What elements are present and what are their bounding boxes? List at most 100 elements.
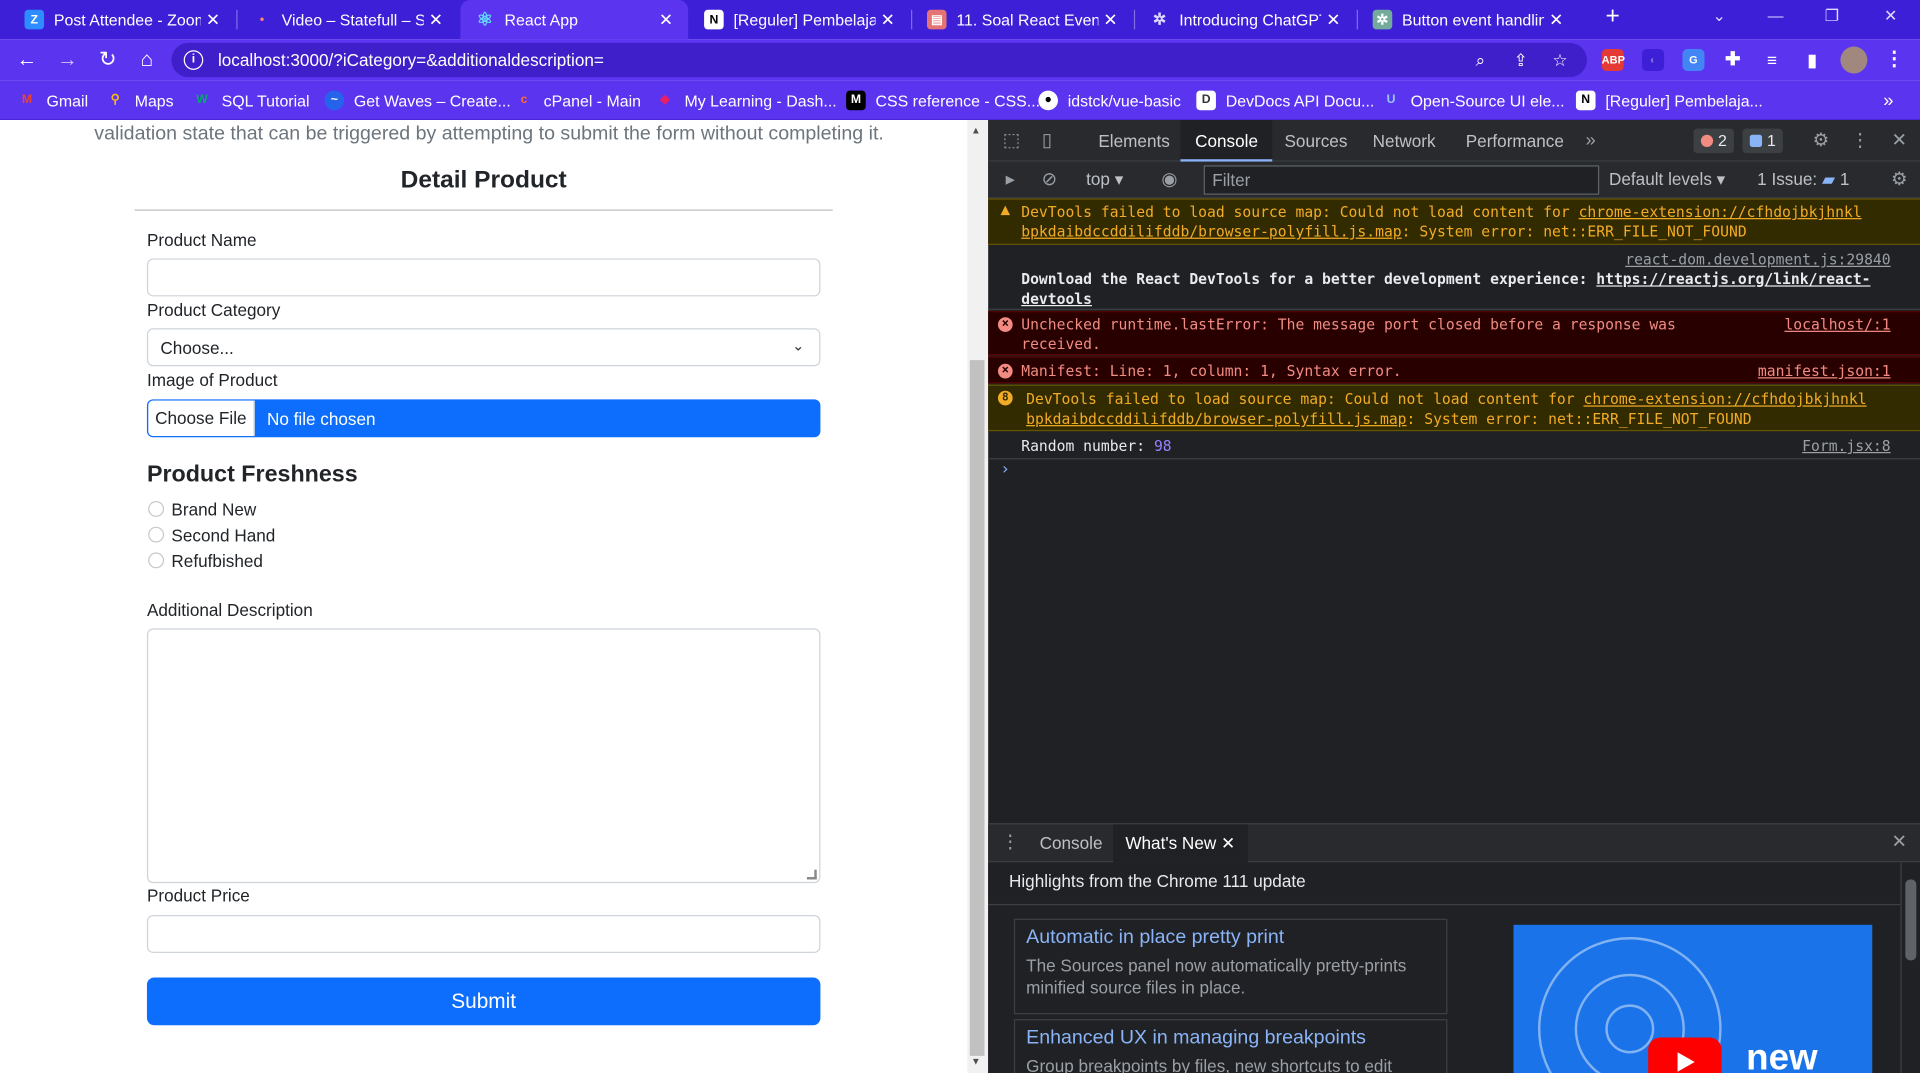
card-title[interactable]: Automatic in place pretty print (1026, 927, 1435, 949)
bookmark-cpanel[interactable]: c cPanel - Main (514, 89, 641, 111)
tab-console[interactable]: Console (1180, 120, 1273, 162)
scroll-up-icon[interactable]: ▲ (971, 125, 981, 136)
scroll-down-icon[interactable]: ▼ (971, 1056, 981, 1067)
close-icon[interactable]: ✕ (1221, 833, 1235, 853)
tab-video[interactable]: • Video – Statefull – Sta ✕ (238, 0, 458, 39)
tab-search-icon[interactable]: ⌄ (1695, 0, 1744, 39)
product-category-select[interactable]: Choose... ⌄ (146, 328, 821, 367)
scroll-thumb[interactable] (1905, 879, 1917, 961)
close-icon[interactable]: ✕ (1544, 9, 1568, 30)
message-source-link[interactable]: manifest.json:1 (1758, 361, 1891, 381)
side-panel-icon[interactable]: ▮ (1801, 49, 1823, 71)
bookmark-sql-tutorial[interactable]: W SQL Tutorial (192, 89, 309, 111)
minimize-button[interactable]: — (1751, 0, 1800, 39)
profile-avatar[interactable] (1840, 46, 1868, 74)
bookmark-css-reference[interactable]: M CSS reference - CSS... (846, 89, 1040, 111)
zoom-icon[interactable]: ⌕ (1469, 49, 1491, 71)
window-close-button[interactable]: ✕ (1866, 0, 1915, 39)
bookmark-my-learning[interactable]: ◆ My Learning - Dash... (655, 89, 837, 111)
tab-react-app[interactable]: ⚛ React App ✕ (460, 0, 689, 40)
console-prompt-icon[interactable]: › (1000, 461, 1010, 479)
reload-icon[interactable]: ↻ (93, 45, 122, 74)
choose-file-button[interactable]: Choose File (148, 400, 255, 437)
close-icon[interactable]: ✕ (424, 9, 448, 30)
menu-kebab-icon[interactable]: ⋮ (1883, 49, 1905, 71)
tab-elements[interactable]: Elements (1084, 120, 1185, 162)
card-title[interactable]: Enhanced UX in managing breakpoints (1026, 1028, 1435, 1050)
issues-button[interactable]: 1 Issue: ▰ 1 (1757, 169, 1849, 190)
message-source-link[interactable]: react-dom.development.js:29840 (1625, 251, 1890, 268)
tab-reguler[interactable]: N [Reguler] Pembelajara ✕ (689, 0, 909, 39)
bookmark-star-icon[interactable]: ☆ (1549, 49, 1571, 71)
close-icon[interactable]: ✕ (201, 9, 225, 30)
live-expression-eye-icon[interactable]: ◉ (1157, 168, 1181, 192)
drawer-tab-console[interactable]: Console (1027, 824, 1114, 862)
more-bookmarks-icon[interactable]: » (1883, 89, 1893, 111)
devtools-menu-icon[interactable]: ⋮ (1848, 129, 1872, 153)
bookmark-reguler[interactable]: N [Reguler] Pembelaja... (1575, 89, 1763, 111)
drawer-tab-whats-new[interactable]: What's New ✕ (1113, 824, 1248, 863)
message-source-link[interactable]: localhost/:1 (1784, 315, 1890, 335)
settings-gear-icon[interactable]: ⚙ (1809, 129, 1833, 153)
log-levels-dropdown[interactable]: Default levels ▾ (1609, 169, 1725, 190)
url-text[interactable]: localhost:3000/?iCategory=&additionaldes… (218, 50, 604, 70)
address-bar[interactable]: i localhost:3000/?iCategory=&additionald… (171, 42, 1587, 78)
image-file-input[interactable]: Choose File No file chosen (146, 399, 821, 438)
tab-zoom[interactable]: Z Post Attendee - Zoom ✕ (10, 0, 235, 39)
drawer-close-icon[interactable]: ✕ (1887, 830, 1911, 854)
close-icon[interactable]: ✕ (1321, 9, 1345, 30)
scroll-thumb[interactable] (969, 360, 985, 1056)
adblock-icon[interactable]: ABP (1601, 48, 1625, 72)
clear-console-icon[interactable]: ⊘ (1037, 168, 1061, 192)
media-control-icon[interactable]: ≡ (1761, 49, 1783, 71)
radio-refurbished[interactable] (148, 552, 165, 569)
bookmark-devdocs[interactable]: D DevDocs API Docu... (1196, 89, 1374, 111)
extensions-puzzle-icon[interactable]: ✚ (1722, 49, 1744, 71)
tab-performance[interactable]: Performance (1451, 120, 1579, 162)
bookmark-vue-basic[interactable]: ● idstck/vue-basic (1038, 89, 1181, 111)
close-icon[interactable]: ✕ (1098, 9, 1122, 30)
drawer-menu-icon[interactable]: ⋮ (998, 830, 1022, 854)
bookmark-maps[interactable]: ⚲ Maps (105, 89, 174, 111)
close-icon[interactable]: ✕ (654, 9, 678, 30)
radio-second-hand[interactable] (148, 526, 165, 543)
whats-new-video-thumbnail[interactable]: new (1513, 924, 1873, 1073)
submit-button[interactable]: Submit (146, 977, 821, 1026)
whats-new-card[interactable]: Automatic in place pretty print The Sour… (1013, 918, 1448, 1015)
tab-chatgpt[interactable]: ✲ Introducing ChatGPT ✕ (1135, 0, 1355, 39)
youtube-play-icon[interactable] (1648, 1037, 1722, 1073)
new-tab-button[interactable]: + (1599, 4, 1626, 31)
restore-button[interactable]: ❐ (1807, 0, 1856, 39)
additional-description-textarea[interactable] (146, 628, 821, 884)
context-selector[interactable]: top ▾ (1086, 169, 1123, 190)
back-icon[interactable]: ← (12, 45, 41, 74)
device-toolbar-icon[interactable]: ▯ (1035, 129, 1059, 153)
tab-network[interactable]: Network (1358, 120, 1450, 162)
console-filter-input[interactable]: Filter (1203, 165, 1600, 195)
sidebar-toggle-icon[interactable]: ▸ (998, 168, 1022, 192)
close-icon[interactable]: ✕ (876, 9, 900, 30)
whats-new-card[interactable]: Enhanced UX in managing breakpoints Grou… (1013, 1019, 1448, 1073)
translate-icon[interactable]: G (1682, 48, 1705, 72)
error-count-badge[interactable]: 2 (1693, 128, 1735, 154)
console-settings-icon[interactable]: ⚙ (1887, 168, 1911, 192)
page-scrollbar[interactable]: ▲ ▼ (967, 120, 989, 1073)
product-price-input[interactable] (146, 915, 821, 953)
tab-sources[interactable]: Sources (1270, 120, 1362, 162)
radio-brand-new[interactable] (148, 500, 165, 517)
inspect-element-icon[interactable]: ⬚ (999, 129, 1023, 153)
drawer-scrollbar[interactable] (1900, 862, 1920, 1073)
home-icon[interactable]: ⌂ (132, 45, 161, 74)
product-name-input[interactable] (146, 258, 821, 297)
tab-soal-react[interactable]: ▤ 11. Soal React Event H ✕ (912, 0, 1132, 39)
forward-icon[interactable]: → (53, 45, 82, 74)
more-tabs-icon[interactable]: » (1578, 129, 1602, 153)
resize-handle-icon[interactable] (806, 869, 817, 880)
message-source-link[interactable]: Form.jsx:8 (1802, 436, 1890, 456)
bookmark-open-source-ui[interactable]: U Open-Source UI ele... (1381, 89, 1565, 111)
share-icon[interactable]: ⇪ (1510, 49, 1532, 71)
devtools-close-icon[interactable]: ✕ (1887, 129, 1911, 153)
extension-icon[interactable]: ◐ (1642, 48, 1665, 72)
site-info-icon[interactable]: i (183, 50, 204, 70)
message-count-badge[interactable]: 1 (1742, 128, 1784, 154)
